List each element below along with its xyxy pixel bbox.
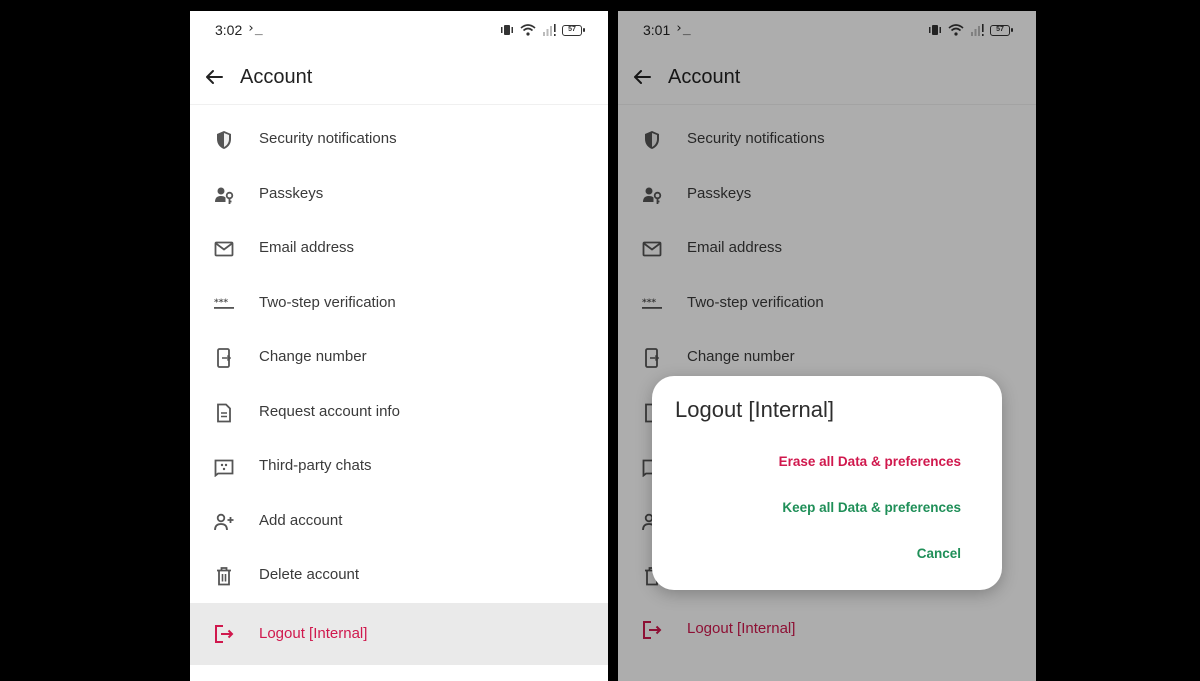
svg-text:***: ***	[214, 298, 228, 308]
menu-item-delete-account[interactable]: Delete account	[190, 549, 608, 603]
logout-icon	[215, 625, 234, 643]
signal-icon	[543, 24, 556, 36]
menu-label: Request account info	[259, 403, 400, 420]
menu-item-add-account[interactable]: Add account	[190, 495, 608, 549]
menu-item-two-step-verification[interactable]: *** Two-step verification	[190, 277, 608, 331]
menu-item-third-party-chats[interactable]: Third-party chats	[190, 440, 608, 494]
menu-item-change-number[interactable]: Change number	[190, 331, 608, 385]
add-person-icon	[214, 513, 234, 531]
battery-icon: 57	[562, 24, 585, 36]
mail-icon	[214, 241, 234, 257]
menu-label: Delete account	[259, 566, 360, 583]
menu-item-email-address[interactable]: Email address	[190, 222, 608, 276]
menu-item-security-notifications[interactable]: Security notifications	[190, 113, 608, 167]
logout-dialog: Logout [Internal] Erase all Data & prefe…	[652, 376, 1002, 590]
terminal-icon: ›_	[247, 21, 263, 36]
menu-label: Two-step verification	[259, 294, 396, 311]
back-arrow-icon[interactable]	[204, 67, 224, 87]
dots-icon: ***	[214, 298, 234, 309]
status-icons: 57	[500, 23, 585, 37]
phone-swap-icon	[217, 348, 232, 368]
chat-box-icon	[214, 459, 234, 477]
phone-screen-left: 3:02 ›_ 57 Account Security notification…	[190, 11, 608, 681]
menu-label: Security notifications	[259, 130, 397, 147]
cancel-button[interactable]: Cancel	[917, 546, 961, 561]
menu-item-logout[interactable]: Logout [Internal]	[190, 603, 608, 665]
trash-icon	[217, 567, 231, 586]
wifi-icon	[520, 24, 536, 36]
status-bar: 3:02 ›_ 57	[190, 11, 608, 49]
menu-label: Passkeys	[259, 185, 324, 202]
person-key-icon	[215, 187, 234, 204]
menu-label: Change number	[259, 348, 367, 365]
menu-label: Add account	[259, 512, 343, 529]
page-title: Account	[240, 66, 313, 88]
dialog-title: Logout [Internal]	[675, 397, 835, 422]
menu-item-request-account-info[interactable]: Request account info	[190, 386, 608, 440]
vibrate-icon	[501, 25, 513, 35]
app-bar: Account	[190, 49, 608, 105]
menu-label: Logout [Internal]	[259, 625, 368, 642]
status-time: 3:02	[215, 22, 243, 38]
erase-data-button[interactable]: Erase all Data & preferences	[779, 454, 961, 469]
keep-data-button[interactable]: Keep all Data & preferences	[782, 500, 961, 515]
menu-label: Email address	[259, 239, 355, 256]
document-icon	[217, 403, 231, 423]
menu-item-passkeys[interactable]: Passkeys	[190, 168, 608, 222]
menu-label: Third-party chats	[259, 457, 372, 474]
shield-icon	[217, 131, 231, 149]
